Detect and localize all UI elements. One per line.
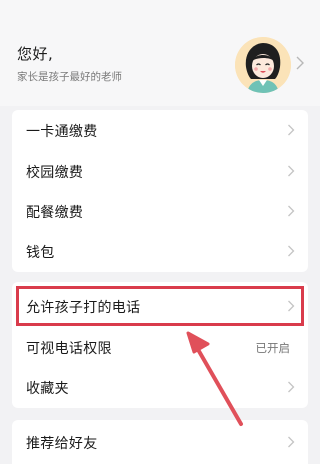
menu-item-campus-payment[interactable]: 校园缴费 (12, 151, 308, 191)
menu-item-label: 收藏夹 (26, 381, 69, 397)
chevron-right-icon (288, 205, 295, 217)
chevron-right-icon (288, 381, 295, 393)
payment-menu-card: 一卡通缴费 校园缴费 配餐缴费 钱包 (12, 110, 308, 272)
menu-item-favorites[interactable]: 收藏夹 (12, 367, 308, 407)
settings-page: 您好, 家长是孩子最好的老师 一卡通缴费 校园缴费 配餐缴费 钱包 允许孩子打的… (0, 0, 320, 464)
menu-item-label: 推荐给好友 (26, 436, 98, 452)
chevron-right-icon (288, 245, 295, 257)
menu-item-card-payment[interactable]: 一卡通缴费 (12, 110, 308, 150)
menu-item-label: 校园缴费 (26, 165, 84, 181)
menu-item-meal-payment[interactable]: 配餐缴费 (12, 191, 308, 231)
menu-item-label: 可视电话权限 (26, 341, 112, 357)
menu-item-recommend-friends[interactable]: 推荐给好友 (12, 422, 308, 462)
menu-item-video-call-permission[interactable]: 可视电话权限 已开启 (12, 327, 308, 367)
menu-item-label: 钱包 (26, 245, 55, 261)
avatar[interactable] (235, 37, 291, 93)
chevron-right-icon (288, 436, 295, 448)
profile-subtitle: 家长是孩子最好的老师 (17, 71, 122, 83)
menu-item-label: 一卡通缴费 (26, 124, 98, 140)
chevron-right-icon (288, 124, 295, 136)
chevron-right-icon (288, 165, 295, 177)
greeting-text: 您好, (17, 45, 54, 63)
menu-item-label: 配餐缴费 (26, 205, 84, 221)
highlight-box (16, 286, 304, 326)
share-menu-card: 推荐给好友 (12, 420, 308, 464)
profile-header[interactable]: 您好, 家长是孩子最好的老师 (0, 0, 320, 106)
status-value: 已开启 (255, 341, 291, 355)
menu-item-wallet[interactable]: 钱包 (12, 231, 308, 271)
chevron-right-icon (296, 56, 304, 70)
